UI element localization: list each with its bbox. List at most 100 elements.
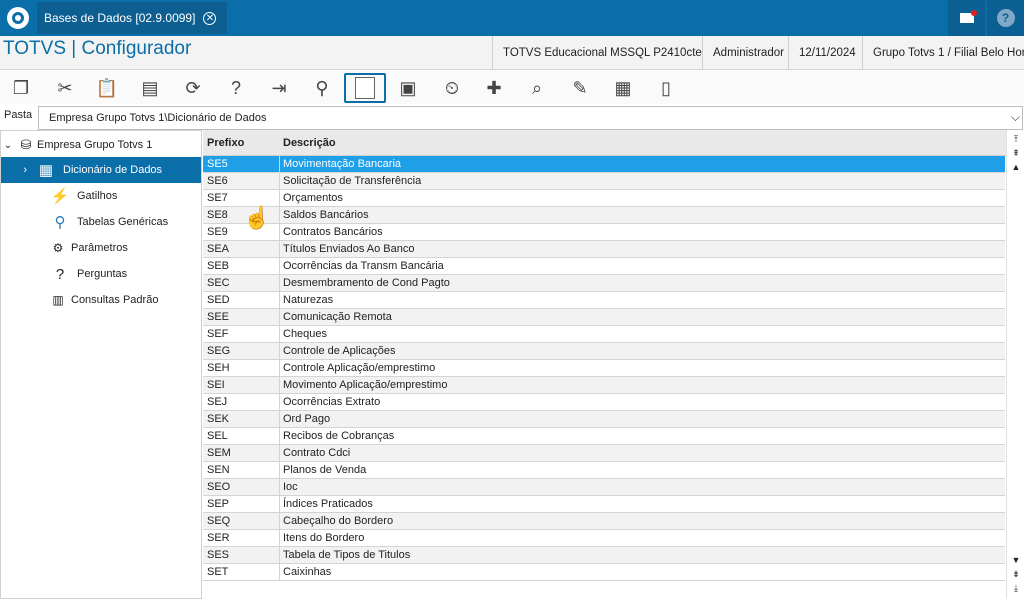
table-row[interactable]: SEP Índices Praticados bbox=[203, 496, 1005, 513]
cell-prefixo: SEL bbox=[207, 430, 228, 442]
cell-descricao: Contratos Bancários bbox=[283, 226, 383, 238]
cut-icon[interactable]: ✂ bbox=[48, 73, 82, 103]
table-row[interactable]: SEN Planos de Venda bbox=[203, 462, 1005, 479]
scroll-top-icon[interactable]: ⤒ bbox=[1008, 133, 1024, 146]
pack-icon[interactable]: ▤ bbox=[133, 73, 167, 103]
scroll-up-icon[interactable]: ▲ bbox=[1008, 161, 1024, 174]
schedule-icon[interactable]: ⏲ bbox=[435, 73, 469, 103]
table-header: Prefixo Descrição bbox=[203, 130, 1006, 156]
table-row[interactable]: SEO Ioc bbox=[203, 479, 1005, 496]
header-descricao[interactable]: Descrição bbox=[283, 137, 336, 149]
table-row[interactable]: SEM Contrato Cdci bbox=[203, 445, 1005, 462]
cell-descricao: Controle Aplicação/emprestimo bbox=[283, 362, 436, 374]
table-row[interactable]: SE9 Contratos Bancários bbox=[203, 224, 1005, 241]
table-row[interactable]: SEK Ord Pago bbox=[203, 411, 1005, 428]
params-icon: ⚙ bbox=[52, 241, 64, 255]
table-row[interactable]: SE7 Orçamentos bbox=[203, 190, 1005, 207]
tree-item-label: Parâmetros bbox=[71, 242, 128, 254]
table-row[interactable]: SEQ Cabeçalho do Bordero bbox=[203, 513, 1005, 530]
pasta-row: Pasta ⌵ bbox=[0, 105, 1024, 130]
table-icon: ▦ bbox=[38, 162, 54, 179]
cell-descricao: Contrato Cdci bbox=[283, 447, 351, 459]
cell-descricao: Controle de Aplicações bbox=[283, 345, 396, 357]
exit-icon[interactable]: ⇥ bbox=[262, 73, 296, 103]
table-row[interactable]: SEH Controle Aplicação/emprestimo bbox=[203, 360, 1005, 377]
cell-prefixo: SEB bbox=[207, 260, 230, 272]
column-divider bbox=[279, 275, 280, 292]
column-divider bbox=[279, 445, 280, 462]
document-icon[interactable]: ▯ bbox=[649, 73, 683, 103]
help-button[interactable]: ? bbox=[987, 0, 1024, 36]
table-row[interactable]: SES Tabela de Tipos de Titulos bbox=[203, 547, 1005, 564]
table-row[interactable]: SET Caixinhas bbox=[203, 564, 1005, 581]
preview-icon[interactable]: ⌕ bbox=[520, 73, 554, 103]
sync-icon[interactable]: ⟳ bbox=[176, 73, 210, 103]
cell-prefixo: SEO bbox=[207, 481, 231, 493]
lightning-icon: ⚡ bbox=[50, 188, 70, 205]
chevron-down-icon[interactable]: ⌵ bbox=[1011, 110, 1020, 125]
cell-prefixo: SEM bbox=[207, 447, 231, 459]
table-row[interactable]: SE5 Movimentação Bancaria bbox=[203, 156, 1005, 173]
mail-button[interactable] bbox=[948, 0, 985, 36]
tree-item-gatilhos[interactable]: ⚡ Gatilhos bbox=[1, 183, 201, 209]
column-divider bbox=[279, 309, 280, 326]
tab-close-icon[interactable]: ✕ bbox=[203, 11, 217, 25]
table-row[interactable]: SE8 Saldos Bancários bbox=[203, 207, 1005, 224]
scroll-page-down-icon[interactable]: ⇟ bbox=[1008, 568, 1024, 581]
cell-descricao: Comunicação Remota bbox=[283, 311, 392, 323]
hand-cursor-icon: ☝ bbox=[243, 205, 271, 230]
user-label: Administrador bbox=[702, 36, 788, 70]
table-row[interactable]: SEB Ocorrências da Transm Bancária bbox=[203, 258, 1005, 275]
table-row[interactable]: SEE Comunicação Remota bbox=[203, 309, 1005, 326]
cell-descricao: Orçamentos bbox=[283, 192, 343, 204]
cell-prefixo: SEN bbox=[207, 464, 230, 476]
tree-item-tabelas[interactable]: ⚲ Tabelas Genéricas bbox=[1, 209, 201, 235]
view-icon[interactable] bbox=[344, 73, 386, 103]
cell-prefixo: SET bbox=[207, 566, 229, 578]
header-prefixo[interactable]: Prefixo bbox=[207, 137, 244, 149]
add-icon[interactable]: ✚ bbox=[477, 73, 511, 103]
cell-descricao: Índices Praticados bbox=[283, 498, 373, 510]
tree-item-parametros[interactable]: ⚙ Parâmetros bbox=[1, 235, 201, 261]
scrollbar[interactable]: ⤒ ⇞ ▲ ▼ ⇟ ⤓ bbox=[1006, 130, 1024, 599]
chevron-right-icon[interactable]: › bbox=[1, 164, 35, 176]
tree-item-dicionario[interactable]: › ▦ Dicionário de Dados bbox=[1, 157, 201, 183]
cell-descricao: Ioc bbox=[283, 481, 298, 493]
table-row[interactable]: SEL Recibos de Cobranças bbox=[203, 428, 1005, 445]
paste-icon[interactable]: 📋 bbox=[90, 73, 124, 103]
table-row[interactable]: SEC Desmembramento de Cond Pagto bbox=[203, 275, 1005, 292]
tree-item-consultas[interactable]: ▥ Consultas Padrão bbox=[1, 287, 201, 313]
tab-bases-de-dados[interactable]: Bases de Dados [02.9.0099] ✕ bbox=[37, 2, 227, 34]
scroll-page-up-icon[interactable]: ⇞ bbox=[1008, 147, 1024, 160]
table-row[interactable]: SE6 Solicitação de Transferência bbox=[203, 173, 1005, 190]
scroll-bottom-icon[interactable]: ⤓ bbox=[1008, 582, 1024, 595]
scroll-down-icon[interactable]: ▼ bbox=[1008, 554, 1024, 567]
table-row[interactable]: SEG Controle de Aplicações bbox=[203, 343, 1005, 360]
cell-prefixo: SEQ bbox=[207, 515, 231, 527]
column-divider bbox=[279, 564, 280, 581]
chevron-down-icon[interactable]: ⌄ bbox=[1, 140, 15, 151]
table-icon[interactable]: ▦ bbox=[606, 73, 640, 103]
table-row[interactable]: SED Naturezas bbox=[203, 292, 1005, 309]
help-icon[interactable]: ? bbox=[219, 73, 253, 103]
tree-root[interactable]: ⌄ ⛁ Empresa Grupo Totvs 1 bbox=[1, 135, 201, 155]
search-icon[interactable]: ⚲ bbox=[305, 73, 339, 103]
table-row[interactable]: SEF Cheques bbox=[203, 326, 1005, 343]
cell-descricao: Itens do Bordero bbox=[283, 532, 365, 544]
cell-descricao: Saldos Bancários bbox=[283, 209, 369, 221]
table-row[interactable]: SEJ Ocorrências Extrato bbox=[203, 394, 1005, 411]
cell-descricao: Títulos Enviados Ao Banco bbox=[283, 243, 415, 255]
table-row[interactable]: SEA Títulos Enviados Ao Banco bbox=[203, 241, 1005, 258]
cell-prefixo: SE7 bbox=[207, 192, 228, 204]
table-row[interactable]: SEI Movimento Aplicação/emprestimo bbox=[203, 377, 1005, 394]
copy-icon[interactable]: ❐ bbox=[4, 73, 38, 103]
cell-descricao: Cabeçalho do Bordero bbox=[283, 515, 394, 527]
totvs-logo-icon[interactable] bbox=[0, 0, 36, 36]
edit-icon[interactable]: ✎ bbox=[563, 73, 597, 103]
save-icon[interactable]: ▣ bbox=[391, 73, 425, 103]
table-row[interactable]: SER Itens do Bordero bbox=[203, 530, 1005, 547]
tree-item-perguntas[interactable]: ? Perguntas bbox=[1, 261, 201, 287]
pasta-select[interactable] bbox=[38, 106, 1023, 130]
help-icon: ? bbox=[996, 9, 1015, 27]
cell-descricao: Tabela de Tipos de Titulos bbox=[283, 549, 411, 561]
